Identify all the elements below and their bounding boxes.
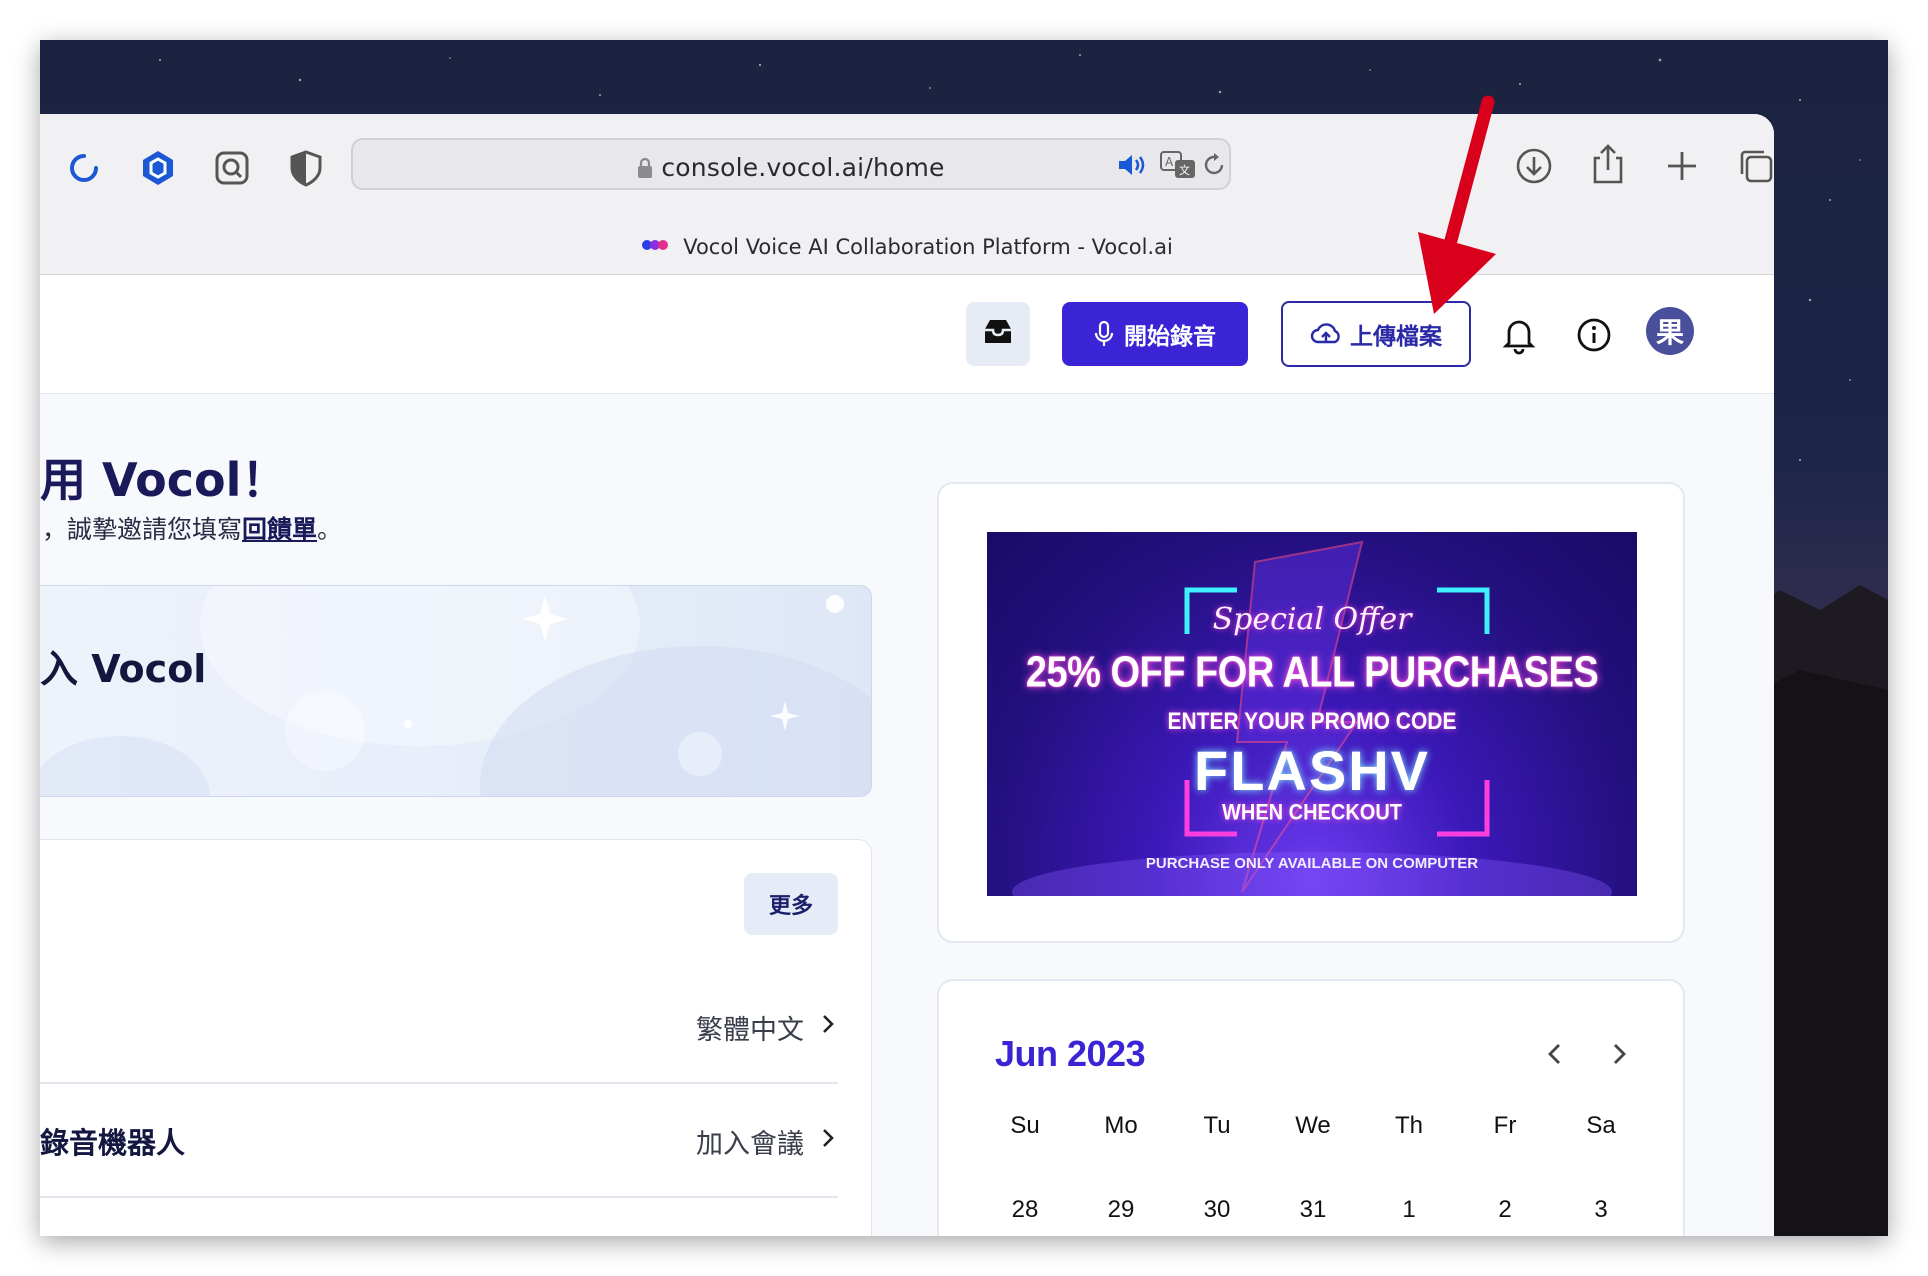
translate-icon[interactable]: A文 — [1159, 150, 1197, 180]
promo-note: PURCHASE ONLY AVAILABLE ON COMPUTER — [1145, 855, 1479, 872]
more-button[interactable]: 更多 — [744, 873, 838, 935]
plus-icon[interactable] — [1662, 146, 1702, 186]
weekday-label: We — [1295, 1112, 1331, 1139]
download-icon[interactable] — [1514, 146, 1554, 186]
reload-icon[interactable] — [64, 148, 104, 188]
weekday-label: Sa — [1586, 1112, 1616, 1139]
speaker-icon[interactable] — [1117, 152, 1147, 178]
weekday-label: Fr — [1493, 1112, 1517, 1139]
promo-card: Special Offer 25% OFF FOR ALL PURCHASES … — [937, 482, 1685, 943]
extension-icon[interactable] — [138, 148, 178, 188]
weekday-label: Mo — [1104, 1112, 1138, 1139]
settings-card: 更多 繁體中文 錄音機器人 加入會議 价格 — [40, 839, 872, 1236]
welcome-subtitle: ，誠摯邀請您填寫回饋單。 — [42, 510, 342, 546]
shield-icon[interactable] — [286, 148, 326, 188]
banner-title: 入 Vocol — [40, 647, 207, 691]
row-value: 繁體中文 — [696, 1015, 804, 1046]
inbox-icon — [981, 317, 1015, 351]
tab-title: Vocol Voice AI Collaboration Platform - … — [683, 235, 1173, 259]
avatar[interactable]: 果 — [1646, 307, 1694, 355]
mic-icon — [1094, 320, 1114, 348]
browser-toolbar: console.vocol.ai/home A文 Vocol Voice AI … — [40, 114, 1774, 275]
calendar-month-title: Jun 2023 — [995, 1033, 1146, 1074]
calendar-week-row: 28 29 30 31 1 2 3 — [977, 1168, 1649, 1236]
feedback-link[interactable]: 回饋單 — [242, 515, 317, 544]
svg-text:A: A — [1165, 155, 1174, 169]
start-recording-label: 開始錄音 — [1124, 324, 1216, 350]
tabs-icon[interactable] — [1736, 146, 1774, 186]
welcome-subtitle-prefix: ，誠摯邀請您填寫 — [42, 515, 243, 544]
share-icon[interactable] — [1588, 142, 1628, 186]
calendar-grid: Su Mo Tu We Th Fr Sa 28 29 30 31 1 2 3 — [977, 1106, 1649, 1236]
chevron-right-icon — [818, 1010, 838, 1042]
url-text: console.vocol.ai/home — [661, 153, 945, 182]
calendar-day[interactable]: 3 — [1553, 1168, 1649, 1236]
row-value: 加入會議 — [696, 1129, 804, 1160]
list-item[interactable]: 錄音機器人 加入會議 — [40, 1084, 838, 1198]
calendar-day[interactable]: 31 — [1265, 1168, 1361, 1236]
inbox-button[interactable] — [966, 302, 1030, 366]
svg-text:文: 文 — [1179, 163, 1190, 177]
weekday-label: Tu — [1203, 1112, 1231, 1139]
calendar-weekday-row: Su Mo Tu We Th Fr Sa — [977, 1106, 1649, 1146]
refresh-icon[interactable] — [1201, 152, 1227, 178]
welcome-subtitle-suffix: 。 — [317, 515, 343, 544]
browser-window: console.vocol.ai/home A文 Vocol Voice AI … — [40, 114, 1774, 1236]
screenshot-frame: console.vocol.ai/home A文 Vocol Voice AI … — [40, 40, 1888, 1236]
onboarding-banner[interactable]: 入 Vocol — [40, 585, 872, 797]
annotation-arrow-icon — [1418, 95, 1496, 314]
chevron-left-icon[interactable] — [1543, 1039, 1567, 1073]
promo-enter-code: ENTER YOUR PROMO CODE — [1167, 708, 1457, 735]
promo-when: WHEN CHECKOUT — [1222, 800, 1402, 826]
search-icon[interactable] — [212, 148, 252, 188]
start-recording-button[interactable]: 開始錄音 — [1062, 302, 1248, 366]
chevron-right-icon[interactable] — [1607, 1039, 1631, 1073]
app-header: 開始錄音 上傳檔案 果 — [40, 275, 1774, 394]
promo-special-offer: Special Offer — [1212, 602, 1412, 637]
calendar-card: Jun 2023 Su Mo Tu We Th Fr Sa 28 29 30 3… — [937, 979, 1685, 1236]
row-label: 錄音機器人 — [40, 1126, 186, 1160]
weekday-label: Th — [1394, 1112, 1423, 1139]
url-display: console.vocol.ai/home — [353, 153, 1229, 185]
calendar-day[interactable]: 30 — [1169, 1168, 1265, 1236]
info-icon[interactable] — [1576, 317, 1612, 357]
calendar-day[interactable]: 28 — [977, 1168, 1073, 1236]
calendar-day[interactable]: 29 — [1073, 1168, 1169, 1236]
promo-code: FLASHV — [1194, 739, 1430, 802]
list-item[interactable]: 价格 — [40, 1198, 838, 1236]
welcome-title: 用 Vocol！ — [40, 453, 288, 507]
promo-headline: 25% OFF FOR ALL PURCHASES — [1025, 648, 1599, 698]
cloud-upload-icon — [1310, 322, 1342, 346]
calendar-day[interactable]: 2 — [1457, 1168, 1553, 1236]
chevron-right-icon — [818, 1124, 838, 1156]
calendar-day[interactable]: 1 — [1361, 1168, 1457, 1236]
weekday-label: Su — [1010, 1112, 1040, 1139]
list-item[interactable]: 繁體中文 — [40, 970, 838, 1084]
address-bar[interactable]: console.vocol.ai/home A文 — [351, 138, 1231, 190]
lock-icon — [637, 156, 653, 185]
tab-bar[interactable]: Vocol Voice AI Collaboration Platform - … — [40, 224, 1774, 270]
site-favicon-icon — [641, 237, 673, 257]
promo-banner[interactable]: Special Offer 25% OFF FOR ALL PURCHASES … — [987, 532, 1637, 896]
